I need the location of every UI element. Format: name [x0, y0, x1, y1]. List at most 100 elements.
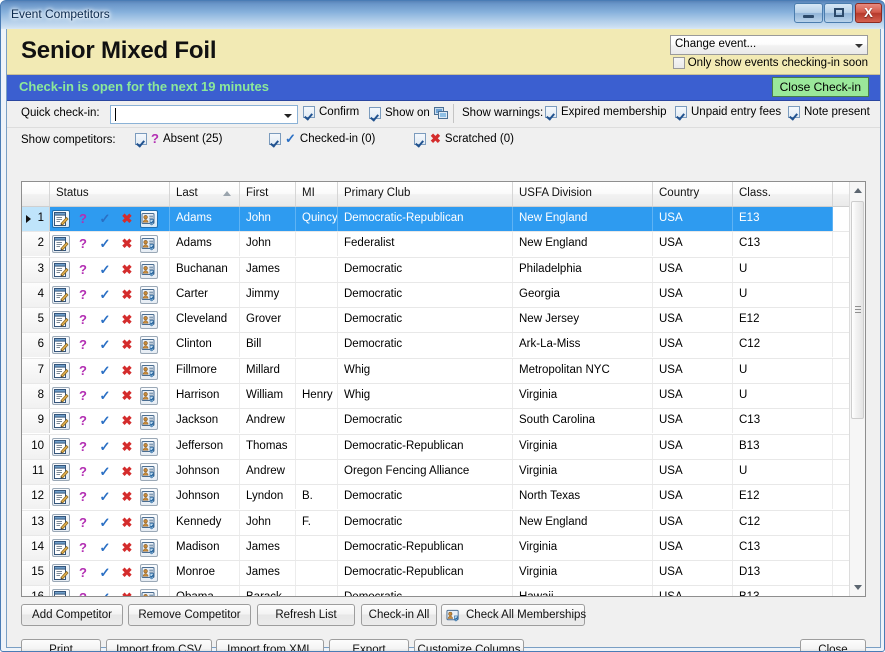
cell-club[interactable]: Democratic-Republican [338, 535, 513, 560]
scratch-x-icon[interactable]: ✖ [118, 564, 136, 582]
cell-first[interactable]: Millard [240, 358, 296, 383]
cell-country[interactable]: USA [653, 257, 733, 282]
membership-card-icon[interactable] [140, 361, 158, 380]
cell-club[interactable]: Democratic [338, 333, 513, 358]
checkin-check-icon[interactable]: ✓ [96, 311, 114, 329]
cell-division[interactable]: Virginia [513, 459, 653, 484]
cell-club[interactable]: Democratic [338, 282, 513, 307]
only-show-soon-checkbox[interactable] [672, 57, 685, 69]
table-row[interactable]: 15? ✓ ✖ Monroe James Democratic-Republican Vir… [22, 561, 865, 587]
cell-club[interactable]: Democratic [338, 586, 513, 596]
row-status-cell[interactable]: ?✓✖ [50, 257, 170, 282]
table-row[interactable]: 12? ✓ ✖ Johnson Lyndon B. Democratic North Texa… [22, 485, 865, 511]
membership-card-icon[interactable] [140, 412, 158, 431]
absent-question-icon[interactable]: ? [74, 336, 92, 354]
cell-division[interactable]: South Carolina [513, 409, 653, 434]
cell-mi[interactable]: B. [296, 485, 338, 510]
table-row[interactable]: 16? ✓ ✖ ObamaBarack DemocraticHawaiiUSAB13 [22, 586, 865, 596]
edit-icon[interactable] [52, 336, 70, 355]
row-status-cell[interactable]: ?✓✖ [50, 207, 170, 231]
row-header-number[interactable]: 2 [22, 232, 50, 257]
checkin-check-icon[interactable]: ✓ [96, 589, 114, 596]
checkin-check-icon[interactable]: ✓ [96, 514, 114, 532]
cell-mi[interactable]: Henry [296, 384, 338, 409]
membership-card-icon[interactable] [140, 538, 158, 557]
cell-class[interactable]: E12 [733, 308, 833, 333]
scratch-x-icon[interactable]: ✖ [118, 311, 136, 329]
quick-checkin-input[interactable] [110, 105, 298, 124]
row-header-number[interactable]: 4 [22, 282, 50, 307]
cell-mi[interactable] [296, 358, 338, 383]
absent-question-icon[interactable]: ? [74, 438, 92, 456]
table-row[interactable]: 4? ✓ ✖ Carter Jimmy Democratic Georgia USA U [22, 282, 865, 309]
cell-division[interactable]: Hawaii [513, 586, 653, 596]
row-header-number[interactable]: 8 [22, 384, 50, 409]
grid-vertical-scrollbar[interactable] [849, 182, 865, 596]
edit-icon[interactable] [52, 260, 70, 279]
scratch-x-icon[interactable]: ✖ [118, 589, 136, 596]
row-header-number[interactable]: 9 [22, 409, 50, 434]
cell-club[interactable]: Democratic [338, 257, 513, 282]
membership-card-icon[interactable] [140, 564, 158, 583]
membership-card-icon[interactable] [140, 589, 158, 596]
row-status-cell[interactable]: ?✓✖ [50, 510, 170, 535]
note-present-checkbox[interactable] [788, 106, 800, 118]
import-xml-button[interactable]: Import from XML [216, 639, 324, 651]
row-status-cell[interactable]: ?✓✖ [50, 459, 170, 484]
cell-class[interactable]: U [733, 384, 833, 409]
membership-card-icon[interactable] [140, 311, 158, 330]
table-row[interactable]: 1? ✓ ✖ Adams John Quincy Democratic-Republican… [22, 207, 865, 233]
scroll-up-button[interactable] [850, 182, 865, 199]
table-row[interactable]: 9? ✓ ✖ Jackson Andrew Democratic South Carolin… [22, 409, 865, 435]
absent-question-icon[interactable]: ? [74, 235, 92, 253]
membership-card-icon[interactable] [140, 210, 158, 228]
export-button[interactable]: Export [329, 639, 409, 651]
membership-card-icon[interactable] [140, 462, 158, 481]
maximize-button[interactable] [824, 3, 853, 23]
cell-mi[interactable] [296, 333, 338, 358]
membership-card-icon[interactable] [140, 387, 158, 406]
cell-country[interactable]: USA [653, 485, 733, 510]
checkin-check-icon[interactable]: ✓ [96, 463, 114, 481]
cell-division[interactable]: Virginia [513, 384, 653, 409]
row-status-cell[interactable]: ?✓✖ [50, 434, 170, 459]
row-status-cell[interactable]: ?✓✖ [50, 282, 170, 307]
chevron-down-icon[interactable] [284, 114, 292, 118]
scratch-x-icon[interactable]: ✖ [118, 463, 136, 481]
edit-icon[interactable] [52, 513, 70, 532]
absent-question-icon[interactable]: ? [74, 539, 92, 557]
membership-card-icon[interactable] [140, 260, 158, 279]
row-status-cell[interactable]: ?✓✖ [50, 485, 170, 510]
absent-question-icon[interactable]: ? [74, 286, 92, 304]
cell-club[interactable]: Democratic [338, 409, 513, 434]
grid-header-mi[interactable]: MI [296, 182, 338, 206]
cell-first[interactable]: Andrew [240, 409, 296, 434]
close-dialog-button[interactable]: Close [800, 639, 866, 651]
expired-membership-group[interactable]: Expired membership [545, 106, 666, 118]
scratch-x-icon[interactable]: ✖ [118, 387, 136, 405]
row-status-cell[interactable]: ?✓✖ [50, 358, 170, 383]
cell-last[interactable]: Johnson [170, 485, 240, 510]
table-row[interactable]: 13? ✓ ✖ Kennedy John F. Democratic New England U… [22, 510, 865, 536]
cell-class[interactable]: C13 [733, 232, 833, 257]
row-header-number[interactable]: 1 [22, 207, 50, 231]
edit-icon[interactable] [52, 488, 70, 507]
grid-body[interactable]: 1? ✓ ✖ Adams John Quincy Democratic-Republican… [22, 207, 865, 596]
cell-last[interactable]: Carter [170, 282, 240, 307]
checkin-check-icon[interactable]: ✓ [96, 362, 114, 380]
cell-division[interactable]: New England [513, 510, 653, 535]
cell-first[interactable]: Jimmy [240, 282, 296, 307]
checkin-check-icon[interactable]: ✓ [96, 235, 114, 253]
cell-last[interactable]: Adams [170, 207, 240, 231]
cell-first[interactable]: Bill [240, 333, 296, 358]
cell-first[interactable]: Lyndon [240, 485, 296, 510]
cell-mi[interactable]: F. [296, 510, 338, 535]
grid-header-division[interactable]: USFA Division [513, 182, 653, 206]
cell-club[interactable]: Whig [338, 358, 513, 383]
scratched-filter-checkbox[interactable] [414, 133, 426, 145]
row-status-cell[interactable]: ?✓✖ [50, 384, 170, 409]
scrollbar-thumb[interactable] [851, 201, 864, 419]
cell-country[interactable]: USA [653, 561, 733, 586]
cell-first[interactable]: Barack [240, 586, 296, 596]
checkedin-filter-checkbox[interactable] [269, 133, 281, 145]
